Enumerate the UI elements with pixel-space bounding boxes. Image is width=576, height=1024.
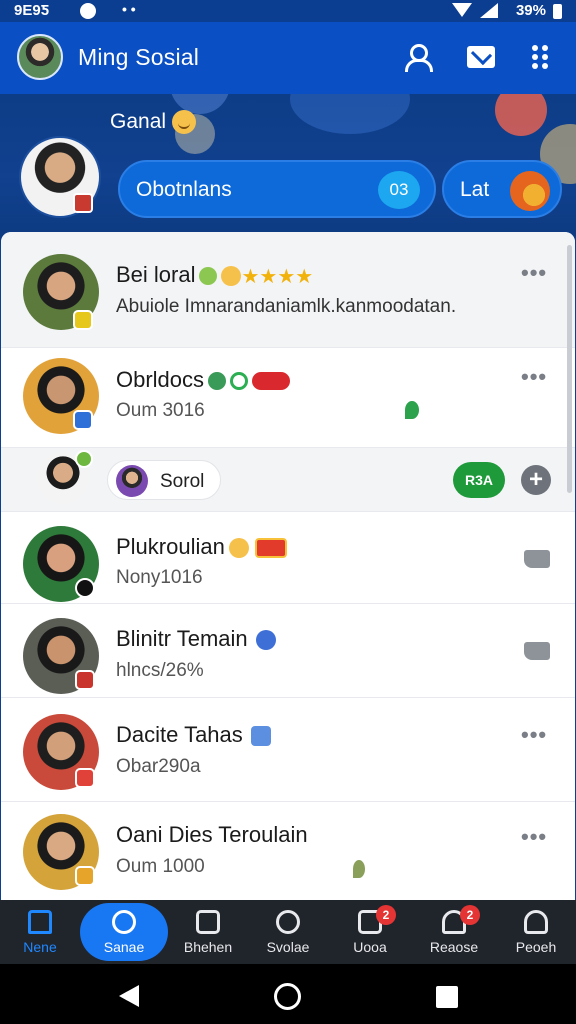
tab-inbox[interactable]: 2 Uooa: [334, 900, 406, 964]
battery-icon: [553, 4, 562, 19]
add-icon[interactable]: +: [521, 465, 551, 495]
more-options-icon[interactable]: •••: [521, 364, 547, 390]
item-title: Obrldocs: [116, 367, 291, 393]
avatar-badge-icon: [75, 578, 95, 598]
tab-alerts[interactable]: 2 Reaose: [418, 900, 490, 964]
tab-search[interactable]: Sanae: [80, 900, 168, 964]
list-item[interactable]: Obrldocs Oum 3016 •••: [1, 348, 575, 448]
home-icon: [28, 910, 52, 934]
signal-icon: [480, 3, 498, 18]
system-nav: [0, 964, 576, 1024]
secondary-pill-label: Lat: [460, 178, 490, 201]
avatar-badge-icon: [73, 310, 93, 330]
list-item[interactable]: Dacite Tahas Obar290a •••: [1, 698, 575, 802]
scrollbar[interactable]: [567, 245, 572, 493]
story-badge-icon: [73, 193, 93, 213]
app-bar: Ming Sosial: [0, 22, 576, 94]
notification-badge: 2: [460, 905, 480, 925]
more-options-icon[interactable]: •••: [521, 824, 547, 850]
avatar-badge-icon: [75, 866, 95, 886]
greeting-text: Ganal: [110, 110, 197, 135]
suggestion-row[interactable]: Sorol R3A +: [1, 448, 575, 512]
profile-icon[interactable]: [402, 42, 433, 72]
menu-grid-icon[interactable]: [528, 42, 558, 72]
accept-button[interactable]: R3A: [453, 462, 505, 498]
friend-chip-label: Sorol: [160, 471, 205, 492]
wifi-icon: [452, 3, 472, 17]
item-subtitle: Oum 1000: [116, 856, 205, 877]
item-title: Blinitr Temain: [116, 626, 276, 652]
tab-home[interactable]: Nene: [4, 900, 76, 964]
search-icon: [112, 910, 136, 934]
bottom-nav: Nene Sanae Bhehen Svolae 2 Uooa 2 Reaose…: [0, 900, 576, 964]
list-item[interactable]: Blinitr Temain hlncs/26%: [1, 604, 575, 698]
item-subtitle: hlncs/26%: [116, 660, 204, 681]
list-item[interactable]: Plukroulian Nony1016: [1, 512, 575, 604]
friend-chip[interactable]: Sorol: [107, 460, 221, 500]
app-title: Ming Sosial: [78, 44, 200, 70]
tab-feed[interactable]: Bhehen: [172, 900, 244, 964]
app-notification-icon: [80, 3, 96, 19]
leaf-icon: [353, 860, 365, 878]
recents-icon[interactable]: [436, 986, 458, 1008]
like-icon[interactable]: [524, 550, 550, 568]
tab-social[interactable]: Svolae: [252, 900, 324, 964]
item-title: Bei loral ★★★★: [116, 262, 314, 288]
status-time: 9E9Ƽ: [14, 2, 50, 19]
item-subtitle: Oum 3016: [116, 400, 205, 421]
item-title: Oani Dies Teroulain: [116, 822, 308, 847]
star-icon: ★★★★: [241, 265, 314, 288]
notification-badge: 2: [376, 905, 396, 925]
profile-avatar[interactable]: [17, 34, 63, 80]
secondary-pill[interactable]: Lat: [442, 160, 562, 218]
more-options-icon[interactable]: •••: [521, 722, 547, 748]
person-icon: [524, 910, 548, 934]
tab-profile[interactable]: Peoeh: [500, 900, 572, 964]
notifications-pill[interactable]: Obotnlans 03: [118, 160, 436, 218]
heart-icon: [405, 401, 419, 419]
hero-banner: Ganal Obotnlans 03 Lat: [0, 94, 576, 244]
list-item[interactable]: Bei loral ★★★★ Abuiole Imnarandaniamlk.ka…: [1, 232, 575, 348]
social-icon: [276, 910, 300, 934]
battery-percent: 39%: [515, 2, 546, 19]
item-subtitle: Nony1016: [116, 567, 203, 588]
like-icon[interactable]: [524, 642, 550, 660]
avatar-badge-icon: [75, 670, 95, 690]
friend-avatar: [116, 465, 148, 497]
reaction-emoji-icon: [510, 171, 550, 211]
notifications-pill-label: Obotnlans: [136, 178, 232, 201]
label-tag: [252, 372, 291, 391]
back-icon[interactable]: [119, 985, 139, 1007]
home-circle-icon[interactable]: [274, 983, 301, 1010]
mail-icon[interactable]: [466, 42, 496, 72]
gift-icon: [254, 538, 287, 559]
avatar-badge-icon: [75, 768, 95, 788]
online-badge-icon: [75, 450, 93, 468]
item-title: Plukroulian: [116, 534, 287, 560]
item-subtitle: Obar290a: [116, 756, 201, 777]
avatar-badge-icon: [73, 410, 93, 430]
notifications-count-badge: 03: [378, 171, 420, 209]
feed-icon: [196, 910, 220, 934]
status-bar: 9E9Ƽ • • 39%: [0, 0, 576, 22]
item-title: Dacite Tahas: [116, 722, 271, 748]
more-options-icon[interactable]: •••: [521, 260, 547, 286]
notification-dots-icon: • •: [122, 1, 136, 17]
feed-list: Bei loral ★★★★ Abuiole Imnarandaniamlk.ka…: [1, 232, 575, 900]
list-item[interactable]: Oani Dies Teroulain Oum 1000 •••: [1, 802, 575, 900]
smile-emoji-icon: [172, 110, 197, 135]
item-subtitle: Abuiole Imnarandaniamlk.kanmoodatan.: [116, 296, 457, 317]
